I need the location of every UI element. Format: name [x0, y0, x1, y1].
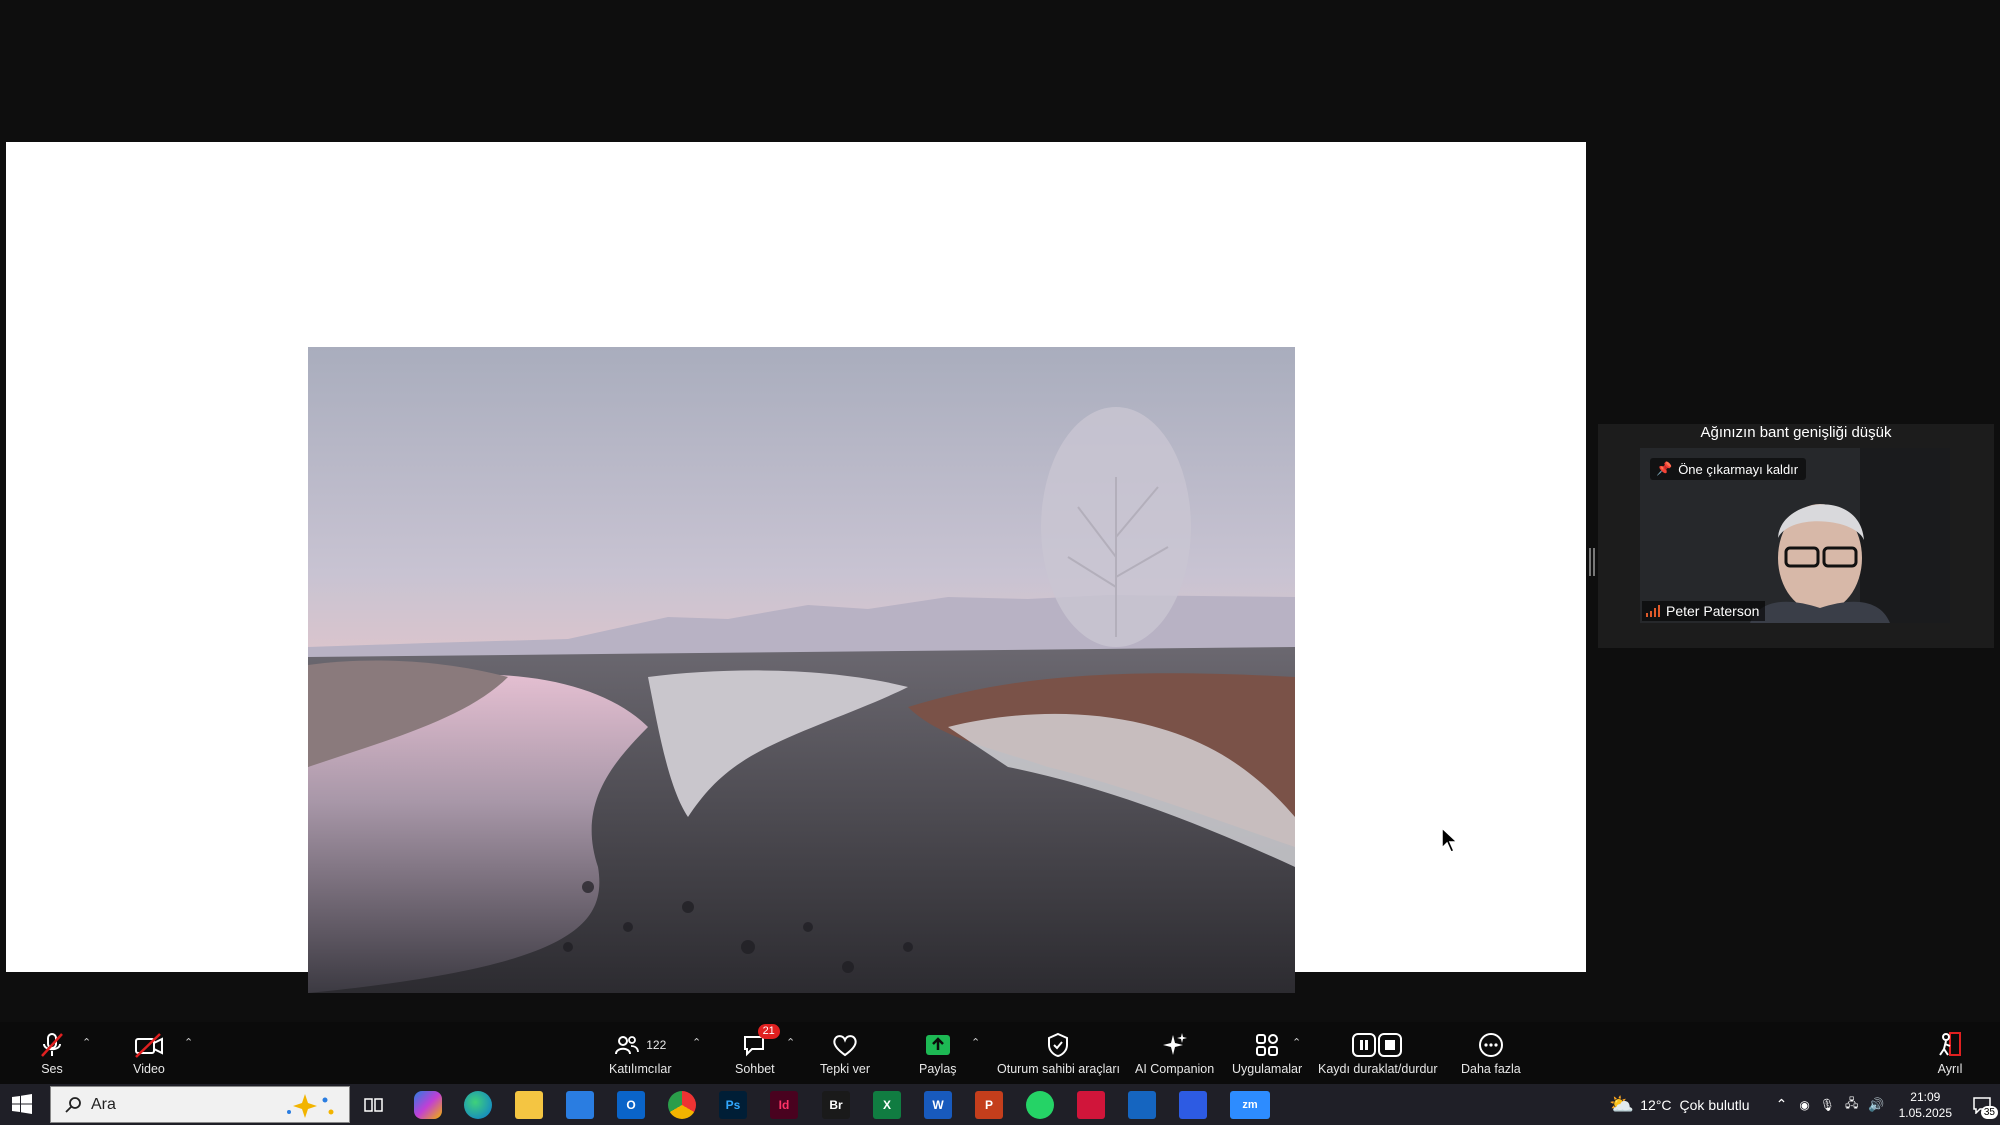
unpin-button[interactable]: 📌 Öne çıkarmayı kaldır [1650, 458, 1807, 480]
share-options-caret-icon[interactable]: ⌃ [971, 1036, 980, 1049]
network-icon[interactable]: 🖧 [1845, 1094, 1858, 1115]
record-control-label: Kaydı duraklat/durdur [1318, 1062, 1438, 1076]
chat-options-caret-icon[interactable]: ⌃ [786, 1036, 795, 1049]
shared-landscape-photo [308, 347, 1295, 993]
participant-name-tag: Peter Paterson [1642, 601, 1766, 621]
leave-button[interactable]: Ayrıl [1936, 1030, 1964, 1076]
zoom-icon[interactable]: zm [1230, 1091, 1270, 1119]
shield-icon [1048, 1032, 1069, 1058]
copilot-icon[interactable] [414, 1091, 442, 1119]
clock[interactable]: 21:09 1.05.2025 [1899, 1089, 1952, 1121]
mic-muted-icon [41, 1033, 63, 1057]
react-label: Tepki ver [820, 1062, 871, 1076]
react-button[interactable]: Tepki ver [820, 1030, 870, 1076]
show-hidden-icons-chevron-icon[interactable]: ⌃ [1776, 1096, 1788, 1113]
file-explorer-icon[interactable] [515, 1091, 543, 1119]
ai-companion-label: AI Companion [1135, 1062, 1215, 1076]
chrome-icon[interactable] [668, 1091, 696, 1119]
task-view-icon[interactable] [360, 1091, 388, 1119]
record-control-button[interactable]: Kaydı duraklat/durdur [1318, 1030, 1438, 1076]
heart-icon [833, 1035, 857, 1057]
weather-text[interactable]: Çok bulutlu [1680, 1097, 1750, 1113]
host-tools-button[interactable]: Oturum sahibi araçları [997, 1030, 1120, 1076]
weather-temp[interactable]: 12°C [1640, 1097, 1671, 1113]
indesign-icon[interactable]: Id [770, 1091, 798, 1119]
participants-label: Katılımcılar [609, 1062, 672, 1076]
whatsapp-icon[interactable] [1026, 1091, 1054, 1119]
app-red-icon[interactable] [1077, 1091, 1105, 1119]
shared-screen [6, 142, 1586, 993]
store-icon[interactable] [566, 1091, 594, 1119]
more-label: Daha fazla [1461, 1062, 1521, 1076]
apps-icon [1256, 1034, 1279, 1056]
video-label: Video [133, 1062, 165, 1076]
leave-label: Ayrıl [1937, 1062, 1963, 1076]
clock-time: 21:09 [1910, 1089, 1941, 1104]
audio-options-caret-icon[interactable]: ⌃ [82, 1036, 91, 1049]
edge-icon[interactable] [464, 1091, 492, 1119]
taskbar-search-box[interactable]: Ara [50, 1086, 350, 1123]
signal-strength-icon [1646, 605, 1660, 617]
pin-icon: 📌 [1656, 461, 1673, 476]
mouse-cursor-icon [1441, 826, 1459, 853]
leave-icon [1939, 1032, 1961, 1056]
app-blue-icon[interactable] [1128, 1091, 1156, 1119]
more-button[interactable]: Daha fazla [1461, 1030, 1521, 1076]
volume-icon[interactable]: 🔊 [1868, 1097, 1884, 1113]
app-blue2-icon[interactable] [1179, 1091, 1207, 1119]
excel-icon[interactable]: X [873, 1091, 901, 1119]
participant-name: Peter Paterson [1666, 603, 1760, 619]
video-panel: Ağınızın bant genişliği düşük 📌 Öne çıka… [1598, 424, 1994, 648]
windows-taskbar: Ara O Ps Id Br X W P zm ⛅ 12°C Çok bulut… [0, 1084, 2000, 1125]
share-label: Paylaş [919, 1062, 957, 1076]
unpin-label: Öne çıkarmayı kaldır [1678, 461, 1799, 477]
video-off-icon [135, 1033, 163, 1058]
participants-icon [615, 1036, 640, 1055]
sparkle-icon [1162, 1033, 1187, 1055]
powerpoint-icon[interactable]: P [975, 1091, 1003, 1119]
pause-stop-record-icon [1351, 1033, 1402, 1057]
microphone-icon[interactable]: 🎙 [1820, 1098, 1835, 1112]
video-button[interactable]: Video [133, 1030, 165, 1076]
video-options-caret-icon[interactable]: ⌃ [184, 1036, 193, 1049]
meeting-toolbar: Ses ⌃ Video ⌃ 122 Katılımcılar ⌃ 21 Sohb… [0, 1022, 2000, 1084]
audio-button[interactable]: Ses [38, 1030, 66, 1076]
audio-label: Ses [41, 1062, 63, 1076]
chat-label: Sohbet [735, 1062, 775, 1076]
host-tools-label: Oturum sahibi araçları [997, 1062, 1120, 1076]
share-screen-icon [925, 1035, 950, 1055]
ai-companion-button[interactable]: AI Companion [1135, 1030, 1214, 1076]
participant-video-tile[interactable]: 📌 Öne çıkarmayı kaldır Peter Paterson [1640, 448, 1950, 623]
outlook-icon[interactable]: O [617, 1091, 645, 1119]
participants-count: 122 [646, 1038, 667, 1052]
search-highlight-sparkle-icon [287, 1093, 334, 1118]
chat-button[interactable]: 21 Sohbet [735, 1024, 780, 1076]
bridge-icon[interactable]: Br [822, 1091, 850, 1119]
apps-options-caret-icon[interactable]: ⌃ [1292, 1036, 1301, 1049]
camera-icon[interactable]: ◉ [1799, 1098, 1809, 1112]
notification-count: 35 [1980, 1106, 1998, 1119]
chat-unread-badge: 21 [757, 1024, 780, 1039]
more-icon [1478, 1033, 1503, 1057]
bandwidth-warning: Ağınızın bant genişliği düşük [1700, 424, 1892, 441]
weather-icon[interactable]: ⛅ [1609, 1092, 1634, 1117]
panel-resize-handle[interactable] [1589, 548, 1595, 576]
search-icon [65, 1096, 81, 1113]
meeting-stage: Ağınızın bant genişliği düşük 📌 Öne çıka… [0, 0, 2000, 1022]
system-tray: ⛅ 12°C Çok bulutlu ⌃ ◉ 🎙 🖧 🔊 21:09 1.05.… [1609, 1084, 2000, 1125]
search-placeholder: Ara [91, 1095, 116, 1113]
photoshop-icon[interactable]: Ps [719, 1091, 747, 1119]
apps-label: Uygulamalar [1232, 1062, 1303, 1076]
windows-start-icon[interactable] [12, 1094, 32, 1114]
participants-options-caret-icon[interactable]: ⌃ [692, 1036, 701, 1049]
word-icon[interactable]: W [924, 1091, 952, 1119]
notifications-icon[interactable]: 35 [1964, 1084, 2000, 1125]
share-button[interactable]: Paylaş [919, 1030, 957, 1076]
participants-button[interactable]: 122 Katılımcılar [609, 1030, 672, 1076]
clock-date: 1.05.2025 [1898, 1105, 1952, 1120]
